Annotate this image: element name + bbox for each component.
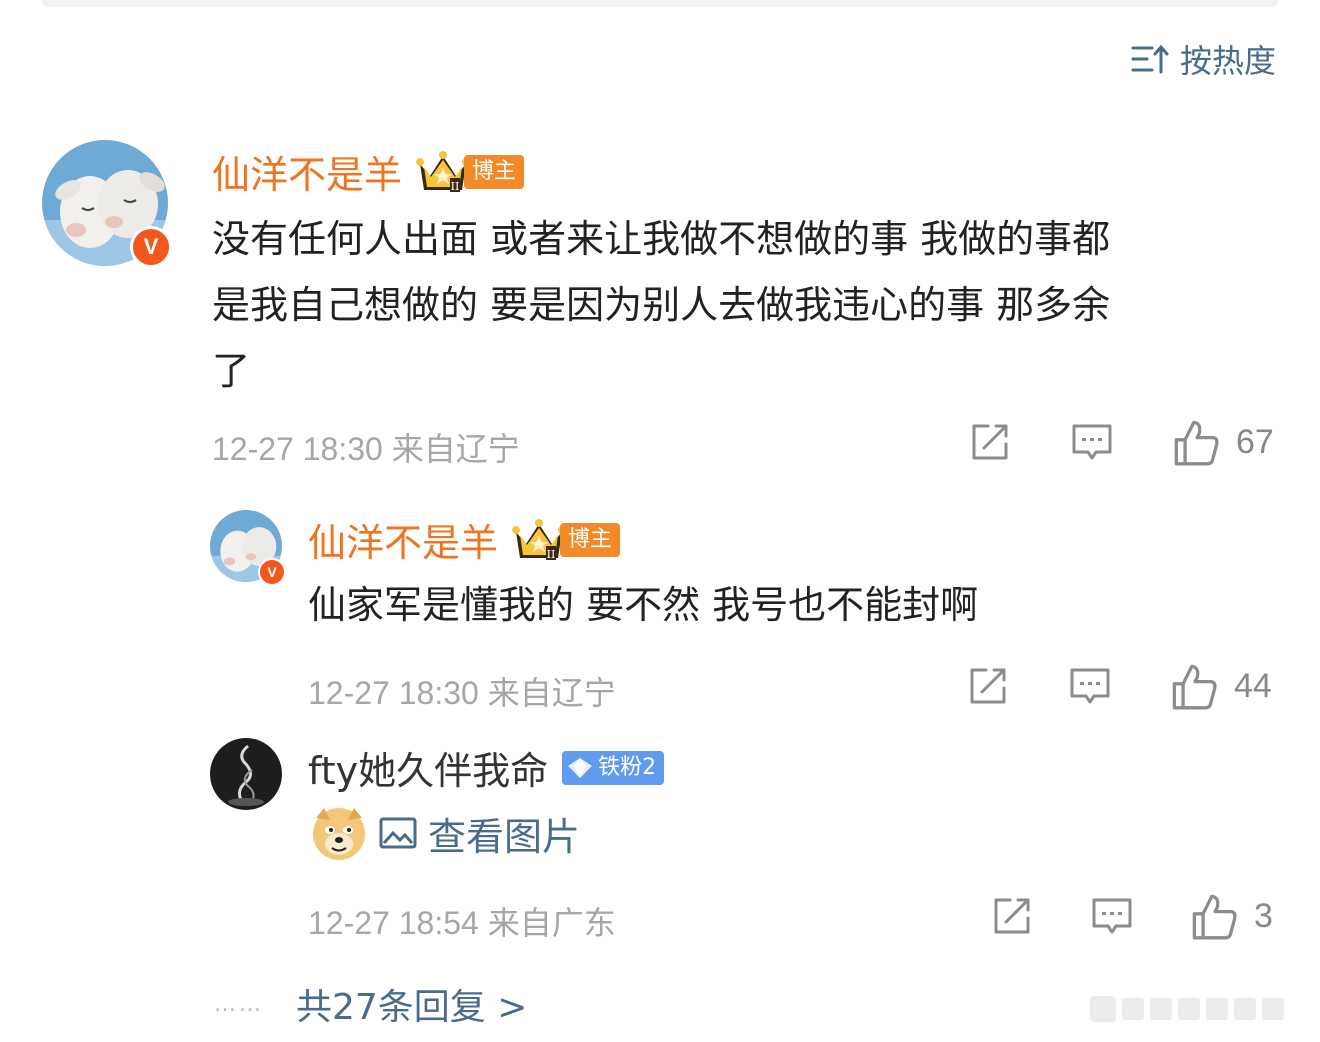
verified-badge: V: [130, 226, 172, 268]
sort-hot-icon: [1131, 44, 1169, 74]
like-count: 3: [1254, 896, 1273, 935]
blogger-badge-label: 博主: [464, 154, 525, 189]
blogger-badge-label: 博主: [560, 522, 621, 557]
reply-timestamp: 12-27 18:54 来自广东: [308, 905, 616, 941]
diamond-icon: [568, 757, 593, 778]
view-image-link[interactable]: 查看图片: [310, 804, 580, 862]
reply-timestamp: 12-27 18:30 来自辽宁: [308, 675, 616, 711]
username[interactable]: 仙洋不是羊: [212, 144, 402, 199]
smoke-avatar-image: [210, 738, 282, 810]
blogger-badge: II 博主: [512, 518, 621, 562]
top-divider: [42, 0, 1278, 7]
comment-timestamp: 12-27 18:30 来自辽宁: [212, 431, 520, 467]
like-button[interactable]: 44: [1170, 662, 1272, 710]
fan-level-label: 铁粉2: [598, 754, 657, 780]
like-button[interactable]: 67: [1172, 418, 1274, 466]
comment-text: 没有任何人出面 或者来让我做不想做的事 我做的事都 是我自己想做的 要是因为别人…: [212, 206, 1282, 404]
thumbs-up-icon: [1174, 420, 1219, 466]
verified-badge: V: [258, 558, 286, 586]
reply-text: 仙家军是懂我的 要不然 我号也不能封啊: [308, 583, 979, 627]
share-icon[interactable]: [966, 664, 1010, 708]
fan-level-badge: 铁粉2: [562, 750, 665, 785]
comment-icon[interactable]: [1090, 894, 1134, 938]
thumbs-up-icon: [1192, 894, 1237, 940]
comment-text-line: 了: [212, 349, 251, 393]
blogger-badge: II 博主: [416, 150, 525, 194]
like-button[interactable]: 3: [1190, 892, 1273, 940]
share-icon[interactable]: [968, 420, 1012, 464]
username[interactable]: fty她久伴我命: [308, 740, 548, 795]
comment-text-line: 是我自己想做的 要是因为别人去做我违心的事 那多余: [212, 283, 1111, 327]
avatar[interactable]: V: [42, 140, 172, 268]
svg-text:II: II: [547, 548, 556, 561]
crown-icon: II: [512, 518, 567, 561]
like-count: 67: [1236, 422, 1274, 461]
view-image-label: 查看图片: [428, 814, 581, 859]
thumbs-up-icon: [1172, 664, 1217, 710]
avatar[interactable]: [210, 738, 282, 810]
share-icon[interactable]: [990, 894, 1034, 938]
username[interactable]: 仙洋不是羊: [308, 512, 498, 567]
view-all-replies-link[interactable]: 共27条回复 >: [296, 978, 527, 1030]
comment-text-line: 没有任何人出面 或者来让我做不想做的事 我做的事都: [212, 217, 1111, 261]
watermark-logo: [1090, 996, 1284, 1022]
sort-label: 按热度: [1179, 42, 1276, 80]
ellipsis-dots: ……: [214, 991, 264, 1017]
doge-emoji-icon: [313, 808, 365, 860]
more-replies: …… 共27条回复 >: [214, 978, 527, 1030]
comment-icon[interactable]: [1070, 420, 1114, 464]
crown-icon: II: [416, 150, 471, 193]
like-count: 44: [1234, 666, 1272, 705]
avatar[interactable]: V: [210, 510, 286, 586]
comment-icon[interactable]: [1068, 664, 1112, 708]
svg-text:II: II: [451, 180, 460, 193]
picture-icon: [379, 817, 417, 849]
sort-by-hot-button[interactable]: 按热度: [1130, 38, 1276, 80]
